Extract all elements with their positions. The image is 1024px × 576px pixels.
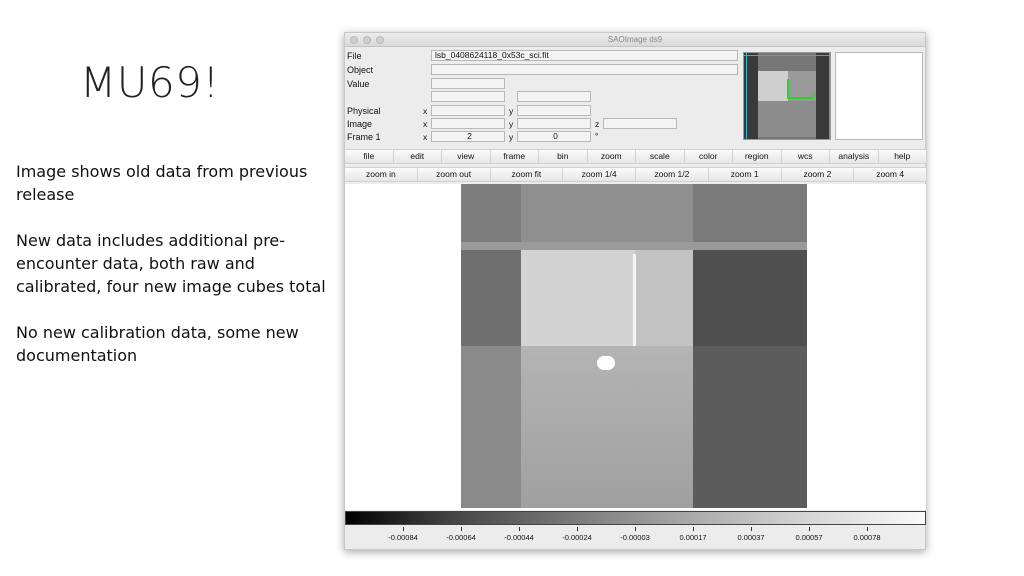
colorbar-ticks: -0.00084 -0.00064 -0.00044 -0.00024 -0.0…	[345, 527, 926, 547]
zoom-button[interactable]: zoom	[587, 150, 636, 163]
colorbar[interactable]	[345, 511, 926, 525]
region-button[interactable]: region	[733, 150, 782, 163]
frame-y-label: y	[509, 132, 514, 142]
colorbar-tick-label: 0.00037	[737, 533, 765, 542]
colorbar-tick-mark	[751, 527, 752, 531]
view-button[interactable]: view	[442, 150, 491, 163]
object-label: Object	[347, 65, 374, 75]
zoom-window-button[interactable]	[376, 36, 384, 44]
zoom-1-button[interactable]: zoom 1	[708, 168, 782, 181]
bullet-text: Image shows old data from previous relea…	[16, 162, 308, 204]
image-label: Image	[347, 119, 373, 129]
zoom-fit-button[interactable]: zoom fit	[490, 168, 564, 181]
colorbar-tick-label: -0.00044	[504, 533, 534, 542]
frame-x-label: x	[423, 132, 428, 142]
colorbar-tick-mark	[403, 527, 404, 531]
fits-image[interactable]	[461, 184, 807, 508]
window-titlebar[interactable]: SAOImage ds9	[345, 33, 925, 47]
panner-view[interactable]	[835, 52, 923, 140]
colorbar-tick-mark	[809, 527, 810, 531]
bullet-text: No new calibration data, some new docume…	[16, 323, 299, 365]
colorbar-tick-mark	[635, 527, 636, 531]
scale-button[interactable]: scale	[636, 150, 685, 163]
edit-button[interactable]: edit	[393, 150, 442, 163]
help-button[interactable]: help	[878, 150, 927, 163]
zoom-quarter-button[interactable]: zoom 1/4	[563, 168, 636, 181]
colorbar-tick-label: -0.00084	[388, 533, 418, 542]
bullet-text: New data includes additional pre-encount…	[16, 231, 326, 296]
physical-y-label: y	[509, 106, 514, 116]
slide: MU69! Image shows old data from previous…	[0, 0, 1024, 576]
colorbar-tick-label: -0.00024	[562, 533, 592, 542]
frame-y-field[interactable]: 0	[517, 131, 591, 142]
wcs-button[interactable]: wcs	[781, 150, 830, 163]
physical-x-label: x	[423, 106, 428, 116]
colorbar-tick-mark	[867, 527, 868, 531]
zoom-button-bar: zoom in zoom out zoom fit zoom 1/4 zoom …	[345, 167, 927, 182]
window-title: SAOImage ds9	[607, 35, 663, 44]
colorbar-tick-mark	[461, 527, 462, 531]
colorbar-tick-mark	[577, 527, 578, 531]
colorbar-tick-mark	[519, 527, 520, 531]
physical-label: Physical	[347, 106, 381, 116]
file-button[interactable]: file	[345, 150, 394, 163]
color-button[interactable]: color	[684, 150, 733, 163]
physical-x-field[interactable]	[431, 105, 505, 116]
image-z-field[interactable]	[603, 118, 677, 129]
analysis-button[interactable]: analysis	[830, 150, 879, 163]
slide-title: MU69!	[80, 58, 220, 107]
value-field-2[interactable]	[431, 91, 505, 102]
file-label: File	[347, 51, 362, 61]
frame-degree-symbol: °	[595, 131, 599, 141]
value-field[interactable]	[431, 78, 505, 89]
value-field-3[interactable]	[517, 91, 591, 102]
slide-body: Image shows old data from previous relea…	[16, 160, 326, 390]
frame-x-field[interactable]: 2	[431, 131, 505, 142]
image-y-field[interactable]	[517, 118, 591, 129]
file-field[interactable]: lsb_0408624118_0x53c_sci.fit	[431, 50, 738, 61]
info-panel: File lsb_0408624118_0x53c_sci.fit Object…	[345, 48, 740, 160]
frame-label: Frame 1	[347, 132, 381, 142]
minimize-window-button[interactable]	[363, 36, 371, 44]
image-canvas[interactable]	[345, 184, 926, 510]
image-y-label: y	[509, 119, 514, 129]
colorbar-tick-label: 0.00078	[853, 533, 881, 542]
menu-button-bar: file edit view frame bin zoom scale colo…	[345, 149, 927, 164]
image-x-field[interactable]	[431, 118, 505, 129]
colorbar-tick-label: 0.00057	[795, 533, 823, 542]
magnifier-view: ✕	[743, 52, 831, 140]
compass-icon: ✕	[787, 79, 817, 101]
bin-button[interactable]: bin	[539, 150, 588, 163]
image-x-label: x	[423, 119, 428, 129]
colorbar-tick-mark	[693, 527, 694, 531]
zoom-out-button[interactable]: zoom out	[417, 168, 491, 181]
value-label: Value	[347, 79, 370, 89]
zoom-half-button[interactable]: zoom 1/2	[636, 168, 709, 181]
colorbar-tick-label: -0.00064	[446, 533, 476, 542]
frame-button[interactable]: frame	[490, 150, 539, 163]
ds9-window: SAOImage ds9 File lsb_0408624118_0x53c_s…	[344, 32, 927, 550]
close-window-button[interactable]	[350, 36, 358, 44]
zoom-2-button[interactable]: zoom 2	[781, 168, 855, 181]
colorbar-tick-label: 0.00017	[679, 533, 707, 542]
image-z-label: z	[595, 119, 600, 129]
colorbar-tick-label: -0.00003	[620, 533, 650, 542]
physical-y-field[interactable]	[517, 105, 591, 116]
object-field[interactable]	[431, 64, 738, 75]
zoom-in-button[interactable]: zoom in	[345, 168, 418, 181]
zoom-4-button[interactable]: zoom 4	[854, 168, 927, 181]
